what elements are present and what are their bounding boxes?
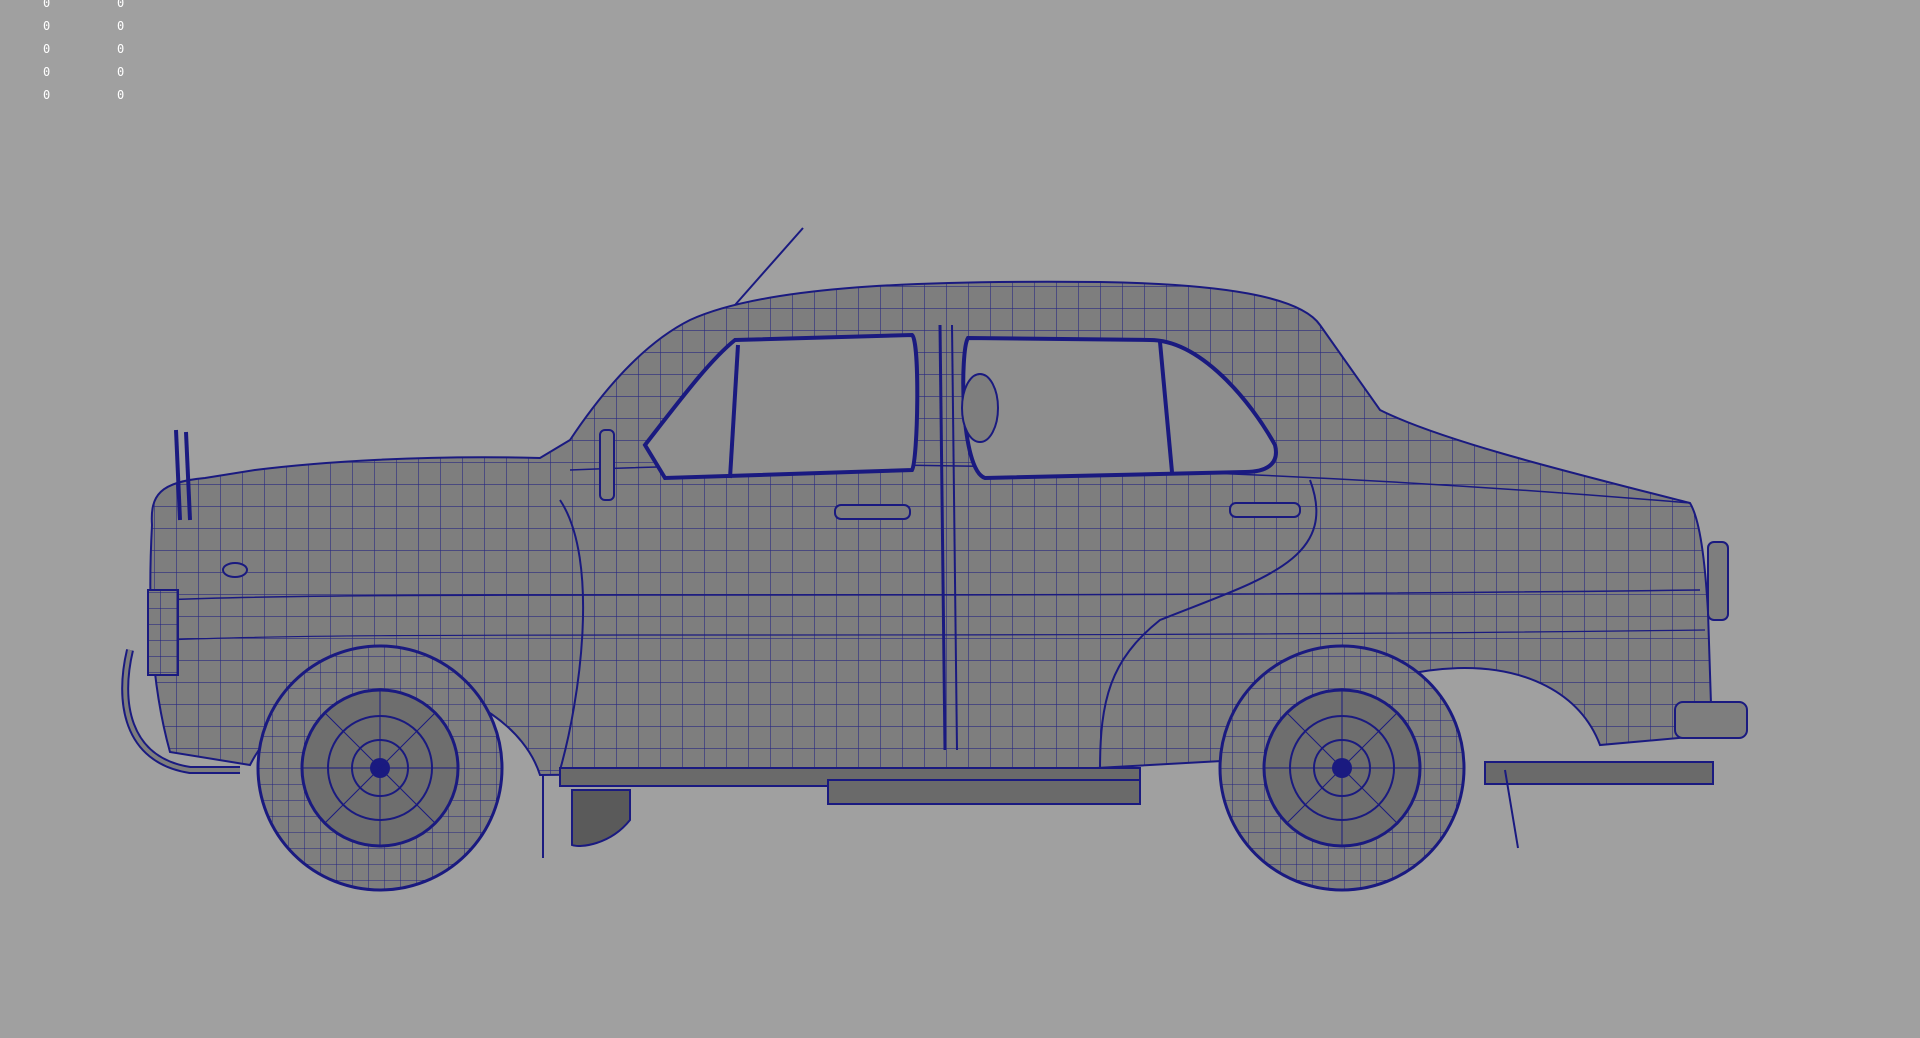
- side-mirror[interactable]: [599, 429, 615, 501]
- car-wireframe-model[interactable]: [0, 0, 1920, 1038]
- rear-wheel[interactable]: [1218, 644, 1466, 892]
- front-door-handle[interactable]: [834, 504, 911, 520]
- rear-door-handle[interactable]: [1229, 502, 1301, 518]
- modeling-viewport[interactable]: 0 0 0 0 0 0 0 0 0 0: [0, 0, 1920, 1038]
- underbody: [542, 761, 1714, 858]
- front-wheel[interactable]: [256, 644, 504, 892]
